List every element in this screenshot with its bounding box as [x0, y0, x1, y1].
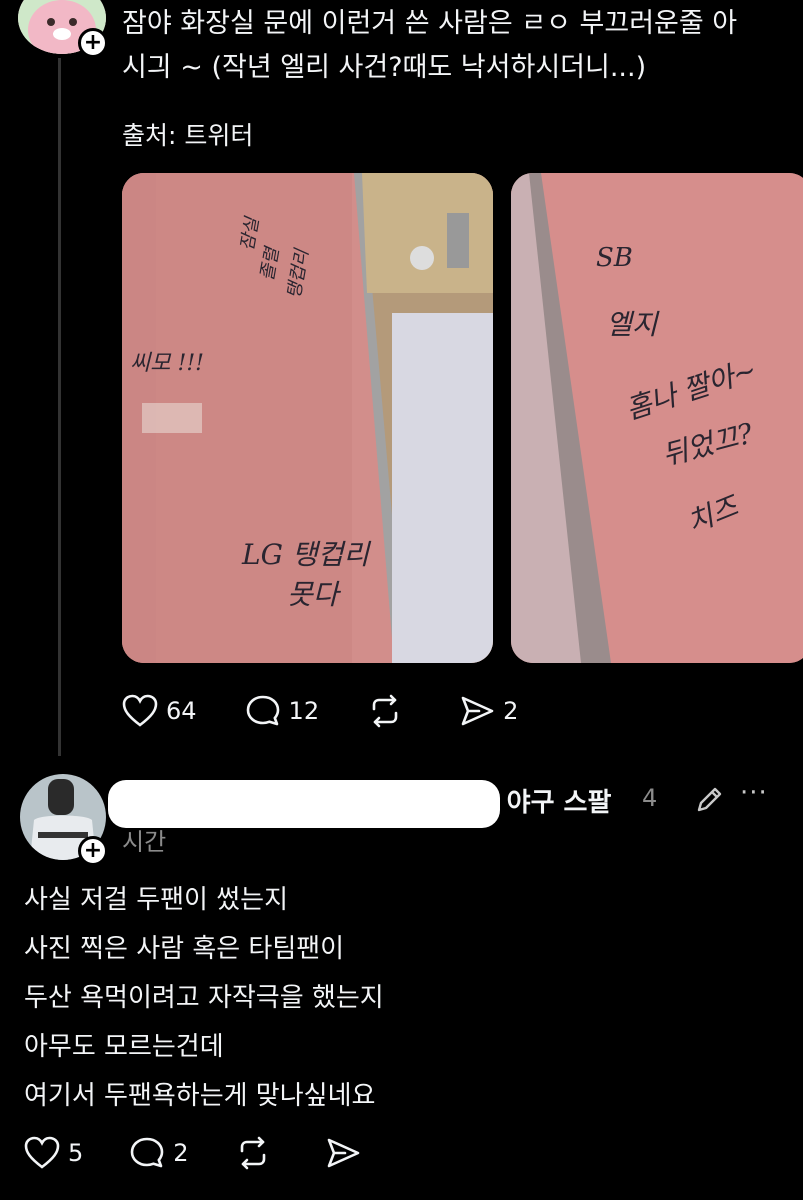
reply-time-unit: 시간	[122, 828, 167, 856]
comment-button[interactable]: 12	[245, 694, 320, 728]
reply-repost-button[interactable]	[235, 1136, 279, 1170]
reply-like-count: 5	[68, 1139, 84, 1167]
post-text-line-2: 시긔 ~ (작년 엘리 사건?때도 낙서하시더니...)	[122, 52, 647, 83]
share-button[interactable]: 2	[459, 694, 518, 728]
repost-button[interactable]	[367, 694, 411, 728]
more-options-button[interactable]: ···	[740, 778, 768, 808]
post-text-line-1: 잠야 화장실 문에 이런거 쓴 사람은 ㄹㅇ 부끄러운줄 아	[122, 8, 738, 39]
graffiti-text-5: LG 탱컵리	[242, 538, 370, 571]
post-text: 잠야 화장실 문에 이런거 쓴 사람은 ㄹㅇ 부끄러운줄 아 시긔 ~ (작년 …	[122, 2, 792, 90]
reply-like-button[interactable]: 5	[24, 1136, 83, 1170]
edit-icon[interactable]	[693, 784, 725, 820]
send-icon	[461, 696, 494, 726]
reply-line-3: 두산 욕먹이려고 자작극을 했는지	[24, 983, 384, 1013]
reply-actions: 5 2	[24, 1136, 417, 1170]
reply-share-button[interactable]	[325, 1136, 369, 1170]
like-button[interactable]: 64	[122, 694, 197, 728]
reply-line-4: 아무도 모르는건데	[24, 1032, 224, 1062]
follow-plus-icon[interactable]: +	[78, 28, 108, 58]
graffiti-text-6: 못다	[287, 578, 339, 611]
post-image-left[interactable]: 잠실 졸렬 탱컵리 씨모 !!! LG 탱컵리 못다	[122, 173, 493, 663]
post-actions: 64 12 2	[122, 694, 566, 728]
comment-icon	[130, 1137, 164, 1168]
send-icon	[327, 1138, 359, 1168]
graffiti-right-1: SB	[596, 243, 633, 273]
comment-icon	[246, 695, 279, 726]
repost-icon	[372, 694, 398, 728]
reply-follow-plus-icon[interactable]: +	[78, 836, 108, 866]
reply-timestamp: 4	[642, 784, 657, 812]
reply-time-value: 4	[642, 784, 658, 812]
post-image-right[interactable]: SB 엘지 홈나 짤아~ 뒤었끄? 치즈	[511, 173, 803, 663]
post-source: 출처: 트위터	[122, 121, 254, 150]
reply-line-2: 사진 찍은 사람 혹은 타팀팬이	[24, 934, 345, 964]
comment-count: 12	[288, 697, 320, 725]
reply-line-5: 여기서 두팬욕하는게 맞나싶네요	[24, 1081, 376, 1111]
reply-comment-button[interactable]: 2	[129, 1136, 189, 1170]
heart-icon	[24, 1136, 60, 1169]
reply-line-1: 사실 저걸 두팬이 썼는지	[24, 885, 288, 915]
reply-comment-count: 2	[173, 1139, 189, 1167]
graffiti-text-4: 씨모 !!!	[130, 351, 204, 376]
like-count: 64	[166, 697, 197, 725]
thread-connector-line	[58, 58, 61, 756]
redaction-mark	[108, 780, 500, 828]
repost-icon	[240, 1136, 265, 1170]
reply-body: 사실 저걸 두팬이 썼는지 사진 찍은 사람 혹은 타팀팬이 두산 욕먹이려고 …	[24, 876, 784, 1121]
share-count: 2	[503, 697, 519, 725]
graffiti-right-2: 엘지	[606, 308, 658, 341]
heart-icon	[122, 694, 158, 727]
